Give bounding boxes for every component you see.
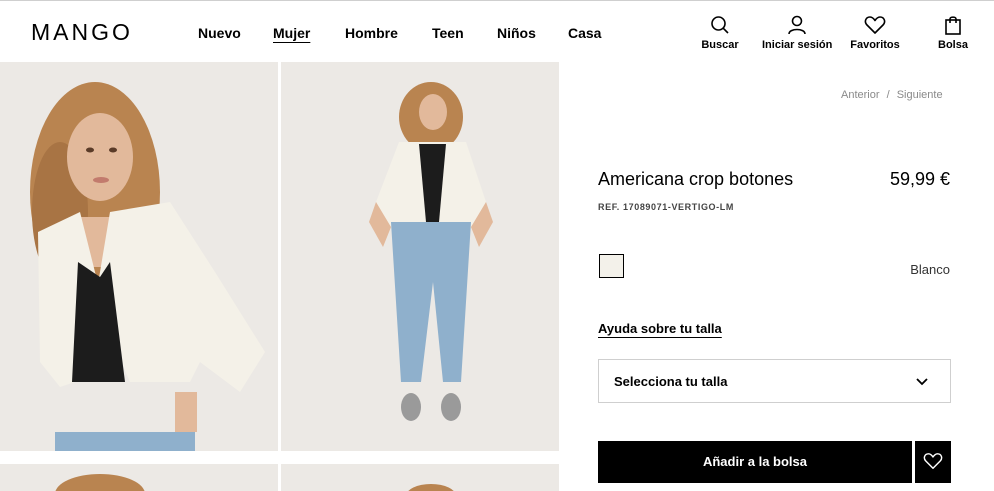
product-price: 59,99 €: [889, 169, 950, 189]
selected-color-name: Blanco: [910, 262, 950, 277]
favorites-button[interactable]: Favoritos: [850, 15, 900, 51]
product-reference: REF. 17089071-VERTIGO-LM: [598, 202, 734, 212]
product-photo-3[interactable]: [0, 464, 278, 491]
model-closeup-image: [0, 62, 278, 451]
search-icon: [711, 16, 729, 34]
nav-item-teen[interactable]: Teen: [432, 25, 464, 41]
login-label: Iniciar sesión: [762, 39, 833, 51]
product-photo-full[interactable]: [281, 62, 559, 451]
pager-separator: /: [886, 89, 890, 101]
pager-next-link[interactable]: Siguiente: [897, 89, 943, 101]
favorites-label: Favoritos: [850, 39, 900, 51]
chevron-down-icon: [916, 378, 928, 386]
nav-item-mujer[interactable]: Mujer: [273, 25, 310, 41]
size-select[interactable]: Selecciona tu talla: [598, 359, 951, 403]
product-photo-4[interactable]: [281, 464, 559, 491]
nav-item-ninos[interactable]: Niños: [497, 25, 536, 41]
nav-item-casa[interactable]: Casa: [568, 25, 601, 41]
product-pager: Anterior / Siguiente: [841, 89, 943, 101]
nav-item-nuevo[interactable]: Nuevo: [198, 25, 241, 41]
size-select-placeholder: Selecciona tu talla: [614, 374, 728, 389]
product-photo-closeup[interactable]: [0, 62, 278, 451]
site-header: MANGO Nuevo Mujer Hombre Teen Niños Casa…: [0, 1, 994, 62]
heart-icon: [923, 453, 943, 469]
login-button[interactable]: Iniciar sesión: [762, 15, 832, 51]
model-full-body-image: [281, 62, 559, 451]
size-help-link[interactable]: Ayuda sobre tu talla: [598, 321, 722, 336]
model-image-3: [0, 464, 278, 491]
search-button[interactable]: Buscar: [700, 15, 740, 51]
heart-icon: [864, 16, 886, 34]
pager-previous-link[interactable]: Anterior: [841, 89, 880, 101]
model-image-4: [281, 464, 559, 491]
mango-logo[interactable]: MANGO: [31, 19, 133, 46]
bag-label: Bolsa: [938, 39, 968, 51]
search-label: Buscar: [701, 39, 739, 51]
add-to-bag-button[interactable]: Añadir a la bolsa: [598, 441, 912, 483]
product-title: Americana crop botones: [598, 169, 794, 189]
nav-item-hombre[interactable]: Hombre: [345, 25, 398, 41]
bag-button[interactable]: Bolsa: [935, 15, 971, 51]
add-to-favorites-button[interactable]: [915, 441, 951, 483]
color-swatch-blanco[interactable]: [599, 254, 624, 278]
bag-icon: [945, 16, 961, 35]
user-icon: [788, 15, 806, 35]
